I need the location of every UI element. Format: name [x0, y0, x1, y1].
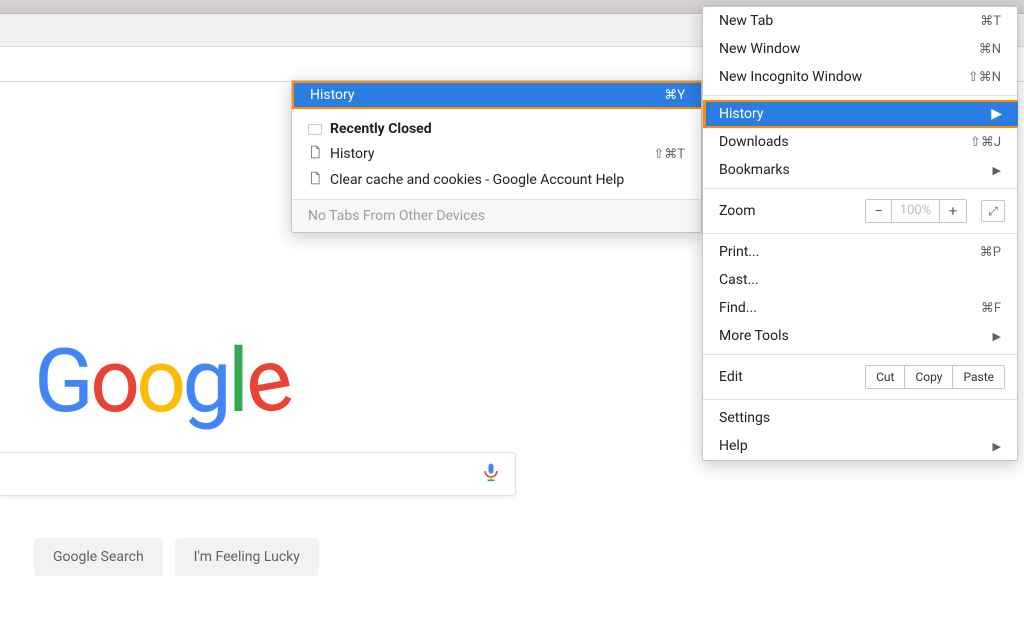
fullscreen-button[interactable]: ⤢ [981, 200, 1005, 222]
zoom-out-button[interactable]: − [866, 200, 892, 222]
paste-button[interactable]: Paste [953, 366, 1004, 388]
menu-settings[interactable]: Settings [703, 404, 1017, 432]
menu-find[interactable]: Find... ⌘F [703, 294, 1017, 322]
menu-label: Cast... [719, 272, 1001, 288]
menu-shortcut: ⇧⌘N [968, 70, 1001, 85]
zoom-in-button[interactable]: + [940, 200, 966, 222]
menu-label: New Tab [719, 13, 980, 29]
chevron-right-icon: ▶ [993, 330, 1001, 343]
menu-zoom-row: Zoom − 100% + ⤢ [703, 193, 1017, 229]
recent-item-shortcut: ⇧⌘T [653, 147, 685, 162]
google-search-button[interactable]: Google Search [34, 538, 163, 576]
menu-shortcut: ⌘N [979, 42, 1001, 57]
history-submenu: History ⌘Y Recently Closed History ⇧⌘T C… [291, 80, 702, 233]
google-logo: Google [34, 330, 288, 433]
menu-print[interactable]: Print... ⌘P [703, 238, 1017, 266]
page-icon [308, 170, 324, 190]
menu-more-tools[interactable]: More Tools ▶ [703, 322, 1017, 350]
menu-separator [703, 354, 1017, 355]
chevron-right-icon: ▶ [991, 106, 1002, 122]
menu-label: Downloads [719, 134, 970, 150]
menu-cast[interactable]: Cast... [703, 266, 1017, 294]
recent-item-label: Clear cache and cookies - Google Account… [330, 172, 685, 188]
menu-label: Settings [719, 410, 1001, 426]
menu-label: History [719, 106, 991, 122]
menu-separator [703, 188, 1017, 189]
menu-history-highlight: History ▶ [703, 100, 1018, 128]
zoom-percent: 100% [892, 200, 940, 222]
submenu-history-shortcut: ⌘Y [664, 88, 685, 103]
menu-help[interactable]: Help ▶ [703, 432, 1017, 460]
menu-shortcut: ⌘P [980, 245, 1001, 260]
search-input[interactable] [0, 452, 516, 496]
menu-new-incognito[interactable]: New Incognito Window ⇧⌘N [703, 63, 1017, 91]
edit-label: Edit [719, 369, 865, 385]
edit-buttons: Cut Copy Paste [865, 365, 1005, 389]
menu-label: Help [719, 438, 993, 454]
menu-history[interactable]: History ▶ [706, 102, 1018, 126]
menu-shortcut: ⇧⌘J [970, 135, 1001, 150]
submenu-history-item[interactable]: History ⌘Y [294, 83, 701, 107]
menu-separator [703, 233, 1017, 234]
menu-label: More Tools [719, 328, 993, 344]
microphone-icon[interactable] [481, 460, 501, 488]
zoom-control: − 100% + [865, 199, 967, 223]
menu-shortcut: ⌘F [981, 301, 1001, 316]
menu-label: New Window [719, 41, 979, 57]
chevron-right-icon: ▶ [993, 440, 1001, 453]
copy-button[interactable]: Copy [905, 366, 953, 388]
feeling-lucky-button[interactable]: I'm Feeling Lucky [175, 538, 319, 576]
recently-closed-heading: Recently Closed [330, 121, 432, 137]
menu-shortcut: ⌘T [980, 14, 1001, 29]
menu-new-tab[interactable]: New Tab ⌘T [703, 7, 1017, 35]
cut-button[interactable]: Cut [866, 366, 905, 388]
menu-separator [703, 95, 1017, 96]
search-buttons-row: Google Search I'm Feeling Lucky [34, 538, 319, 576]
menu-label: New Incognito Window [719, 69, 968, 85]
menu-new-window[interactable]: New Window ⌘N [703, 35, 1017, 63]
menu-edit-row: Edit Cut Copy Paste [703, 359, 1017, 395]
recent-item-label: History [330, 146, 653, 162]
recent-item-history[interactable]: History ⇧⌘T [308, 141, 685, 167]
menu-label: Find... [719, 300, 981, 316]
tab-group-icon [308, 124, 324, 138]
recent-item-clear-cache[interactable]: Clear cache and cookies - Google Account… [308, 167, 685, 193]
menu-bookmarks[interactable]: Bookmarks ▶ [703, 156, 1017, 184]
submenu-footer: No Tabs From Other Devices [292, 199, 701, 232]
page-icon [308, 144, 324, 164]
submenu-history-highlight: History ⌘Y [292, 81, 701, 109]
menu-label: Bookmarks [719, 162, 993, 178]
menu-downloads[interactable]: Downloads ⇧⌘J [703, 128, 1017, 156]
kebab-menu-popup: New Tab ⌘T New Window ⌘N New Incognito W… [702, 6, 1018, 461]
chevron-right-icon: ▶ [993, 164, 1001, 177]
menu-separator [703, 399, 1017, 400]
submenu-history-label: History [310, 87, 664, 103]
menu-label: Print... [719, 244, 980, 260]
zoom-label: Zoom [719, 203, 865, 219]
